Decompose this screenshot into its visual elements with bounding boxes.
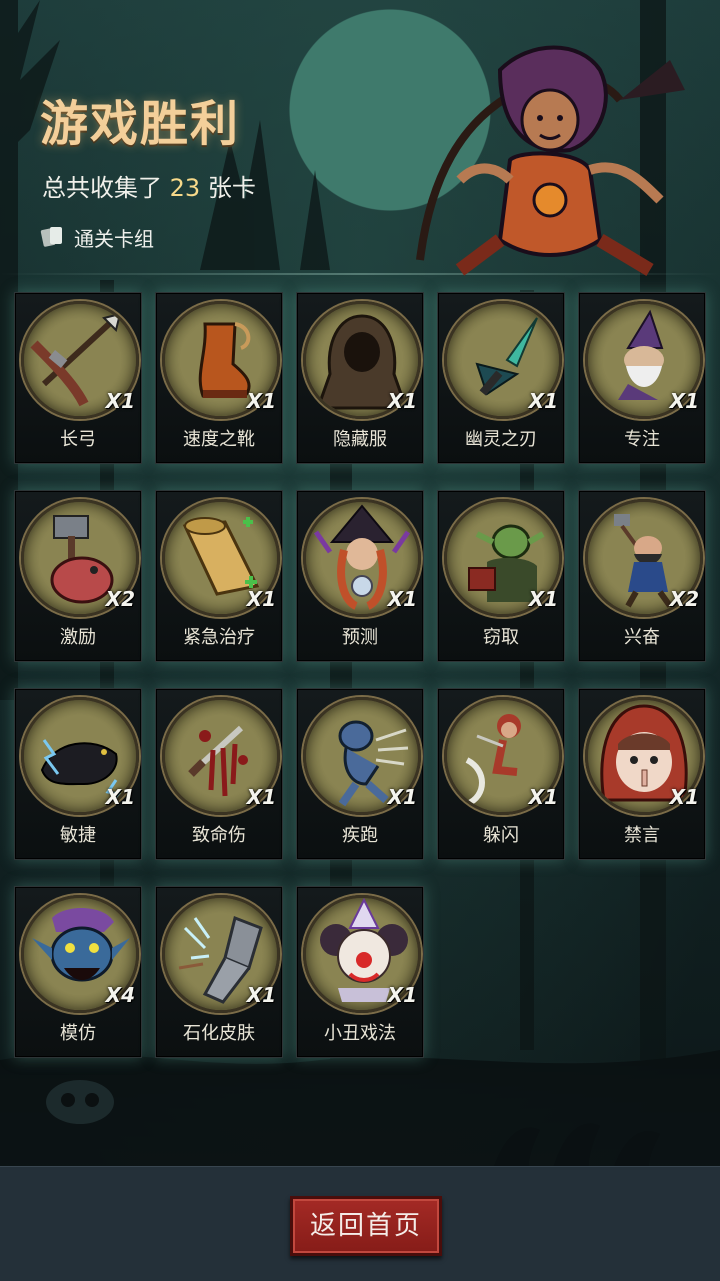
cards-icon <box>40 227 62 247</box>
card-quantity: X1 <box>528 389 558 413</box>
collection-summary: 总共收集了 23 张卡 <box>42 168 256 203</box>
card-clown-trick[interactable]: X1 小丑戏法 <box>296 886 424 1058</box>
card-quantity: X1 <box>528 587 558 611</box>
card-inspire[interactable]: X2 激励 <box>14 490 142 662</box>
card-quantity: X1 <box>246 389 276 413</box>
card-quantity: X2 <box>669 587 699 611</box>
card-stone-skin[interactable]: X1 石化皮肤 <box>155 886 283 1058</box>
skull-decoration <box>46 1080 114 1124</box>
card-name: 致命伤 <box>192 825 246 846</box>
summary-suffix: 张卡 <box>207 174 256 202</box>
card-name: 速度之靴 <box>183 429 255 450</box>
card-quantity: X1 <box>528 785 558 809</box>
card-count: 23 <box>169 174 201 202</box>
card-ghost-blade[interactable]: X1 幽灵之刃 <box>437 292 565 464</box>
card-name: 预测 <box>342 627 378 648</box>
card-agility[interactable]: X1 敏捷 <box>14 688 142 860</box>
hooded-archer-hero-icon <box>416 45 685 277</box>
card-quantity: X4 <box>105 983 135 1007</box>
card-quantity: X1 <box>387 389 417 413</box>
card-name: 长弓 <box>60 429 96 450</box>
card-quantity: X1 <box>246 785 276 809</box>
card-emergency-heal[interactable]: X1 紧急治疗 <box>155 490 283 662</box>
card-quantity: X1 <box>246 983 276 1007</box>
card-name: 躲闪 <box>483 825 519 846</box>
card-dodge[interactable]: X1 躲闪 <box>437 688 565 860</box>
card-name: 禁言 <box>624 825 660 846</box>
card-focus[interactable]: X1 专注 <box>578 292 706 464</box>
card-excite[interactable]: X2 兴奋 <box>578 490 706 662</box>
card-name: 兴奋 <box>624 627 660 648</box>
return-home-button[interactable]: 返回首页 <box>290 1196 442 1256</box>
cleared-deck-link[interactable]: 通关卡组 <box>40 222 154 252</box>
card-sprint[interactable]: X1 疾跑 <box>296 688 424 860</box>
card-name: 窃取 <box>483 627 519 648</box>
card-quantity: X1 <box>105 785 135 809</box>
card-name: 隐藏服 <box>333 429 387 450</box>
card-name: 激励 <box>60 627 96 648</box>
card-quantity: X1 <box>387 785 417 809</box>
card-name: 专注 <box>624 429 660 450</box>
card-fatal-wound[interactable]: X1 致命伤 <box>155 688 283 860</box>
card-longbow[interactable]: X1 长弓 <box>14 292 142 464</box>
card-name: 疾跑 <box>342 825 378 846</box>
card-name: 模仿 <box>60 1023 96 1044</box>
card-quantity: X1 <box>105 389 135 413</box>
card-silence[interactable]: X1 禁言 <box>578 688 706 860</box>
page-title: 游戏胜利 <box>40 96 241 152</box>
card-speed-boots[interactable]: X1 速度之靴 <box>155 292 283 464</box>
card-hidden-cloak[interactable]: X1 隐藏服 <box>296 292 424 464</box>
card-name: 紧急治疗 <box>183 627 255 648</box>
summary-prefix: 总共收集了 <box>42 174 162 202</box>
card-name: 幽灵之刃 <box>465 429 537 450</box>
card-quantity: X2 <box>105 587 135 611</box>
card-name: 石化皮肤 <box>183 1023 255 1044</box>
card-name: 敏捷 <box>60 825 96 846</box>
card-name: 小丑戏法 <box>324 1023 396 1044</box>
cleared-deck-label: 通关卡组 <box>74 226 154 251</box>
card-predict[interactable]: X1 预测 <box>296 490 424 662</box>
card-quantity: X1 <box>387 983 417 1007</box>
card-quantity: X1 <box>246 587 276 611</box>
card-steal[interactable]: X1 窃取 <box>437 490 565 662</box>
card-quantity: X1 <box>387 587 417 611</box>
card-quantity: X1 <box>669 785 699 809</box>
card-mimic[interactable]: X4 模仿 <box>14 886 142 1058</box>
card-quantity: X1 <box>669 389 699 413</box>
